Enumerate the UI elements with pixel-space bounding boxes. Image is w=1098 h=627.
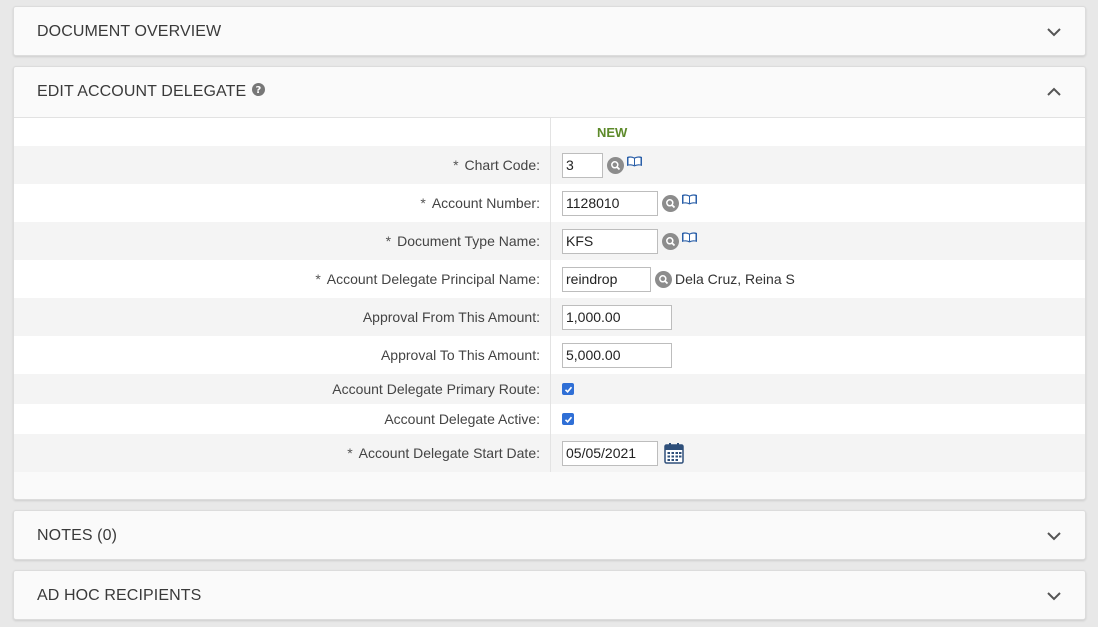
active-checkbox[interactable] bbox=[562, 413, 574, 425]
approval-to-row: Approval To This Amount: bbox=[14, 336, 1085, 374]
edit-account-delegate-panel: EDIT ACCOUNT DELEGATE ? NEW * Chart Code:… bbox=[13, 66, 1086, 500]
chevron-down-icon[interactable] bbox=[1046, 531, 1062, 541]
approval-to-input[interactable] bbox=[562, 342, 672, 368]
principal-name-input[interactable] bbox=[562, 266, 651, 292]
document-type-input[interactable] bbox=[562, 228, 658, 254]
magnifier-icon[interactable] bbox=[607, 156, 624, 174]
book-icon[interactable] bbox=[681, 231, 698, 244]
magnifier-icon[interactable] bbox=[662, 194, 679, 212]
account-number-label: * Account Number: bbox=[420, 195, 540, 211]
notes-panel: NOTES (0) bbox=[13, 510, 1086, 560]
principal-display-name: Dela Cruz, Reina S bbox=[675, 271, 795, 287]
primary-route-row: Account Delegate Primary Route: bbox=[14, 374, 1085, 404]
document-overview-title: DOCUMENT OVERVIEW bbox=[37, 23, 222, 40]
question-circle-icon[interactable]: ? bbox=[252, 82, 266, 96]
principal-name-label: * Account Delegate Principal Name: bbox=[315, 271, 540, 287]
principal-name-row: *Account Delegate Principal Name: Dela C… bbox=[14, 260, 1085, 298]
ad-hoc-recipients-header[interactable]: AD HOC RECIPIENTS bbox=[14, 571, 1085, 621]
approval-from-input[interactable] bbox=[562, 304, 672, 330]
ad-hoc-recipients-title: AD HOC RECIPIENTS bbox=[37, 587, 202, 604]
document-type-label: * Document Type Name: bbox=[385, 233, 540, 249]
approval-to-label: Approval To This Amount: bbox=[380, 347, 540, 363]
chart-code-input[interactable] bbox=[562, 152, 603, 178]
new-section-row: NEW bbox=[14, 118, 1085, 146]
start-date-label: * Account Delegate Start Date: bbox=[347, 445, 540, 461]
chevron-down-icon[interactable] bbox=[1046, 27, 1062, 37]
active-label: Account Delegate Active: bbox=[384, 411, 540, 427]
account-number-input[interactable] bbox=[562, 190, 658, 216]
document-overview-header[interactable]: DOCUMENT OVERVIEW bbox=[14, 7, 1085, 57]
magnifier-icon[interactable] bbox=[655, 270, 672, 288]
checkmark-icon bbox=[564, 416, 572, 423]
active-row: Account Delegate Active: bbox=[14, 404, 1085, 434]
edit-account-delegate-title: EDIT ACCOUNT DELEGATE bbox=[37, 83, 247, 100]
document-type-row: * Document Type Name: bbox=[14, 222, 1085, 260]
chevron-up-icon[interactable] bbox=[1046, 87, 1062, 97]
primary-route-label: Account Delegate Primary Route: bbox=[332, 381, 540, 397]
new-section-label: NEW bbox=[597, 124, 628, 140]
account-delegate-form: NEW *Chart Code: *Account Number: *Docum… bbox=[14, 118, 1085, 472]
checkmark-icon bbox=[564, 386, 572, 393]
approval-from-row: Approval From This Amount: bbox=[14, 298, 1085, 336]
notes-title: NOTES (0) bbox=[37, 527, 118, 544]
calendar-icon[interactable] bbox=[664, 442, 684, 464]
edit-account-delegate-header[interactable]: EDIT ACCOUNT DELEGATE ? bbox=[14, 67, 1085, 118]
ad-hoc-recipients-panel: AD HOC RECIPIENTS bbox=[13, 570, 1086, 620]
account-number-row: * Account Number: bbox=[14, 184, 1085, 222]
chevron-down-icon[interactable] bbox=[1046, 591, 1062, 601]
book-icon[interactable] bbox=[681, 193, 698, 206]
start-date-row: * Account Delegate Start Date: bbox=[14, 434, 1085, 472]
chart-code-label: * Chart Code: bbox=[453, 157, 540, 173]
approval-from-label: Approval From This Amount: bbox=[362, 309, 540, 325]
magnifier-icon[interactable] bbox=[662, 232, 679, 250]
document-overview-panel: DOCUMENT OVERVIEW bbox=[13, 6, 1086, 56]
chart-code-row: * Chart Code: bbox=[14, 146, 1085, 184]
notes-header[interactable]: NOTES (0) bbox=[14, 511, 1085, 561]
book-icon[interactable] bbox=[626, 155, 643, 168]
svg-text:?: ? bbox=[256, 85, 262, 96]
start-date-input[interactable] bbox=[562, 440, 658, 466]
primary-route-checkbox[interactable] bbox=[562, 383, 574, 395]
